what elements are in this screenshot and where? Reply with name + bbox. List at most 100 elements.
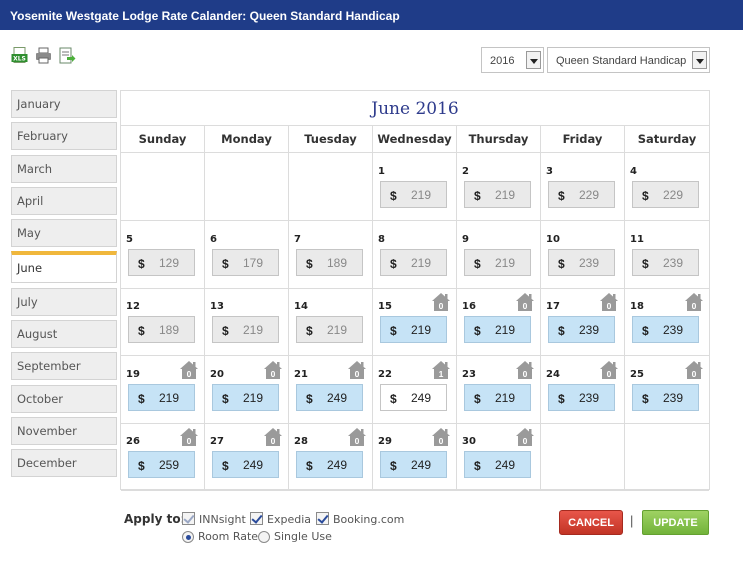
month-item-march[interactable]: March xyxy=(11,154,117,183)
month-item-january[interactable]: January xyxy=(11,90,117,118)
day-cell: 14 $219 xyxy=(289,288,373,357)
day-number: 17 xyxy=(546,301,560,313)
rate-input: $239 xyxy=(548,248,615,276)
day-number: 30 xyxy=(462,436,476,448)
room-rate-radio[interactable] xyxy=(182,531,194,543)
currency-symbol: $ xyxy=(642,391,649,406)
day-cell: 25 0 $239 xyxy=(625,356,709,424)
day-cell: 18 0 $239 xyxy=(625,288,709,357)
day-cell: 24 0 $239 xyxy=(541,355,625,424)
day-cell: 12 $189 xyxy=(121,288,205,357)
calendar-title: June 2016 xyxy=(121,91,709,126)
print-icon[interactable] xyxy=(35,47,52,64)
booking-com-checkbox[interactable] xyxy=(316,512,329,525)
day-cell: 23 0 $219 xyxy=(457,355,541,424)
rate-value: 219 xyxy=(243,390,264,405)
availability-house-icon: 0 xyxy=(515,360,535,380)
rate-input[interactable]: $249 xyxy=(464,451,531,479)
expedia-checkbox[interactable] xyxy=(250,512,263,525)
day-number: 15 xyxy=(378,301,392,313)
rate-input[interactable]: $239 xyxy=(632,316,699,344)
currency-symbol: $ xyxy=(558,324,565,339)
currency-symbol: $ xyxy=(474,324,481,339)
availability-count: 1 xyxy=(438,368,444,379)
rate-value: 249 xyxy=(327,458,348,473)
booking-com-label: Booking.com xyxy=(333,513,405,526)
availability-count: 0 xyxy=(186,436,192,447)
day-cell: 17 0 $239 xyxy=(541,288,625,357)
month-item-december[interactable]: December xyxy=(11,449,117,478)
day-cell: 5 $129 xyxy=(121,220,205,289)
day-number: 7 xyxy=(294,233,301,245)
availability-house-icon: 0 xyxy=(684,360,704,380)
currency-symbol: $ xyxy=(390,256,397,271)
currency-symbol: $ xyxy=(222,459,229,474)
rate-input[interactable]: $219 xyxy=(128,383,195,411)
rate-input[interactable]: $249 xyxy=(296,383,363,411)
apply-to-label: Apply to: xyxy=(124,512,186,526)
rate-value: 239 xyxy=(663,390,684,405)
month-item-october[interactable]: October xyxy=(11,384,117,413)
month-item-july[interactable]: July xyxy=(11,287,117,316)
availability-house-icon: 0 xyxy=(179,427,199,447)
export-icon[interactable] xyxy=(59,47,76,64)
day-cell: 21 0 $249 xyxy=(289,355,373,424)
rate-input[interactable]: $259 xyxy=(128,451,195,479)
innsight-checkbox[interactable] xyxy=(182,512,195,525)
rate-input[interactable]: $249 xyxy=(380,383,447,411)
update-button[interactable]: UPDATE xyxy=(642,510,709,535)
month-item-august[interactable]: August xyxy=(11,320,117,349)
availability-house-icon: 0 xyxy=(431,427,451,447)
rate-input[interactable]: $249 xyxy=(212,451,279,479)
day-number: 19 xyxy=(126,368,140,380)
rate-input[interactable]: $219 xyxy=(464,383,531,411)
currency-symbol: $ xyxy=(222,256,229,271)
day-number: 4 xyxy=(630,166,637,177)
availability-house-icon: 0 xyxy=(599,360,619,380)
room-type-select-value: Queen Standard Handicap xyxy=(556,55,687,67)
month-item-june[interactable]: June xyxy=(11,251,117,284)
rate-input[interactable]: $249 xyxy=(296,451,363,479)
rate-value: 219 xyxy=(495,188,516,202)
rate-input[interactable]: $219 xyxy=(464,316,531,344)
availability-count: 0 xyxy=(354,368,360,379)
day-cell: 11 $239 xyxy=(625,221,709,289)
rate-value: 249 xyxy=(327,390,348,405)
chevron-down-icon[interactable] xyxy=(692,51,707,69)
currency-symbol: $ xyxy=(390,391,397,406)
day-number: 20 xyxy=(210,368,224,380)
chevron-down-icon[interactable] xyxy=(526,51,541,69)
rate-value: 219 xyxy=(159,390,180,405)
day-number: 16 xyxy=(462,301,476,313)
month-item-february[interactable]: February xyxy=(11,122,117,151)
month-item-september[interactable]: September xyxy=(11,352,117,381)
day-number: 9 xyxy=(462,233,469,245)
day-number: 29 xyxy=(378,436,392,448)
day-cell: 16 0 $219 xyxy=(457,288,541,357)
currency-symbol: $ xyxy=(474,189,481,203)
rate-input[interactable]: $219 xyxy=(212,383,279,411)
rate-input[interactable]: $239 xyxy=(548,383,615,411)
cancel-button[interactable]: CANCEL xyxy=(559,510,623,535)
day-number: 21 xyxy=(294,368,308,380)
single-use-radio[interactable] xyxy=(258,531,270,543)
year-select[interactable]: 2016 xyxy=(481,47,544,73)
availability-count: 0 xyxy=(438,301,444,312)
month-item-april[interactable]: April xyxy=(11,186,117,215)
availability-house-icon: 0 xyxy=(263,360,283,380)
currency-symbol: $ xyxy=(306,459,313,474)
currency-symbol: $ xyxy=(558,391,565,406)
month-item-may[interactable]: May xyxy=(11,219,117,248)
empty-day-cell xyxy=(541,423,625,492)
rate-input[interactable]: $249 xyxy=(380,451,447,479)
rate-value: 219 xyxy=(327,323,348,338)
rate-input[interactable]: $239 xyxy=(632,383,699,411)
xls-export-icon[interactable]: XLS xyxy=(11,47,28,64)
room-type-select[interactable]: Queen Standard Handicap xyxy=(547,47,710,73)
currency-symbol: $ xyxy=(138,459,145,474)
room-rate-label: Room Rate xyxy=(198,530,259,543)
rate-input[interactable]: $219 xyxy=(380,316,447,344)
rate-input[interactable]: $239 xyxy=(548,316,615,344)
day-number: 1 xyxy=(378,166,385,177)
month-item-november[interactable]: November xyxy=(11,416,117,445)
